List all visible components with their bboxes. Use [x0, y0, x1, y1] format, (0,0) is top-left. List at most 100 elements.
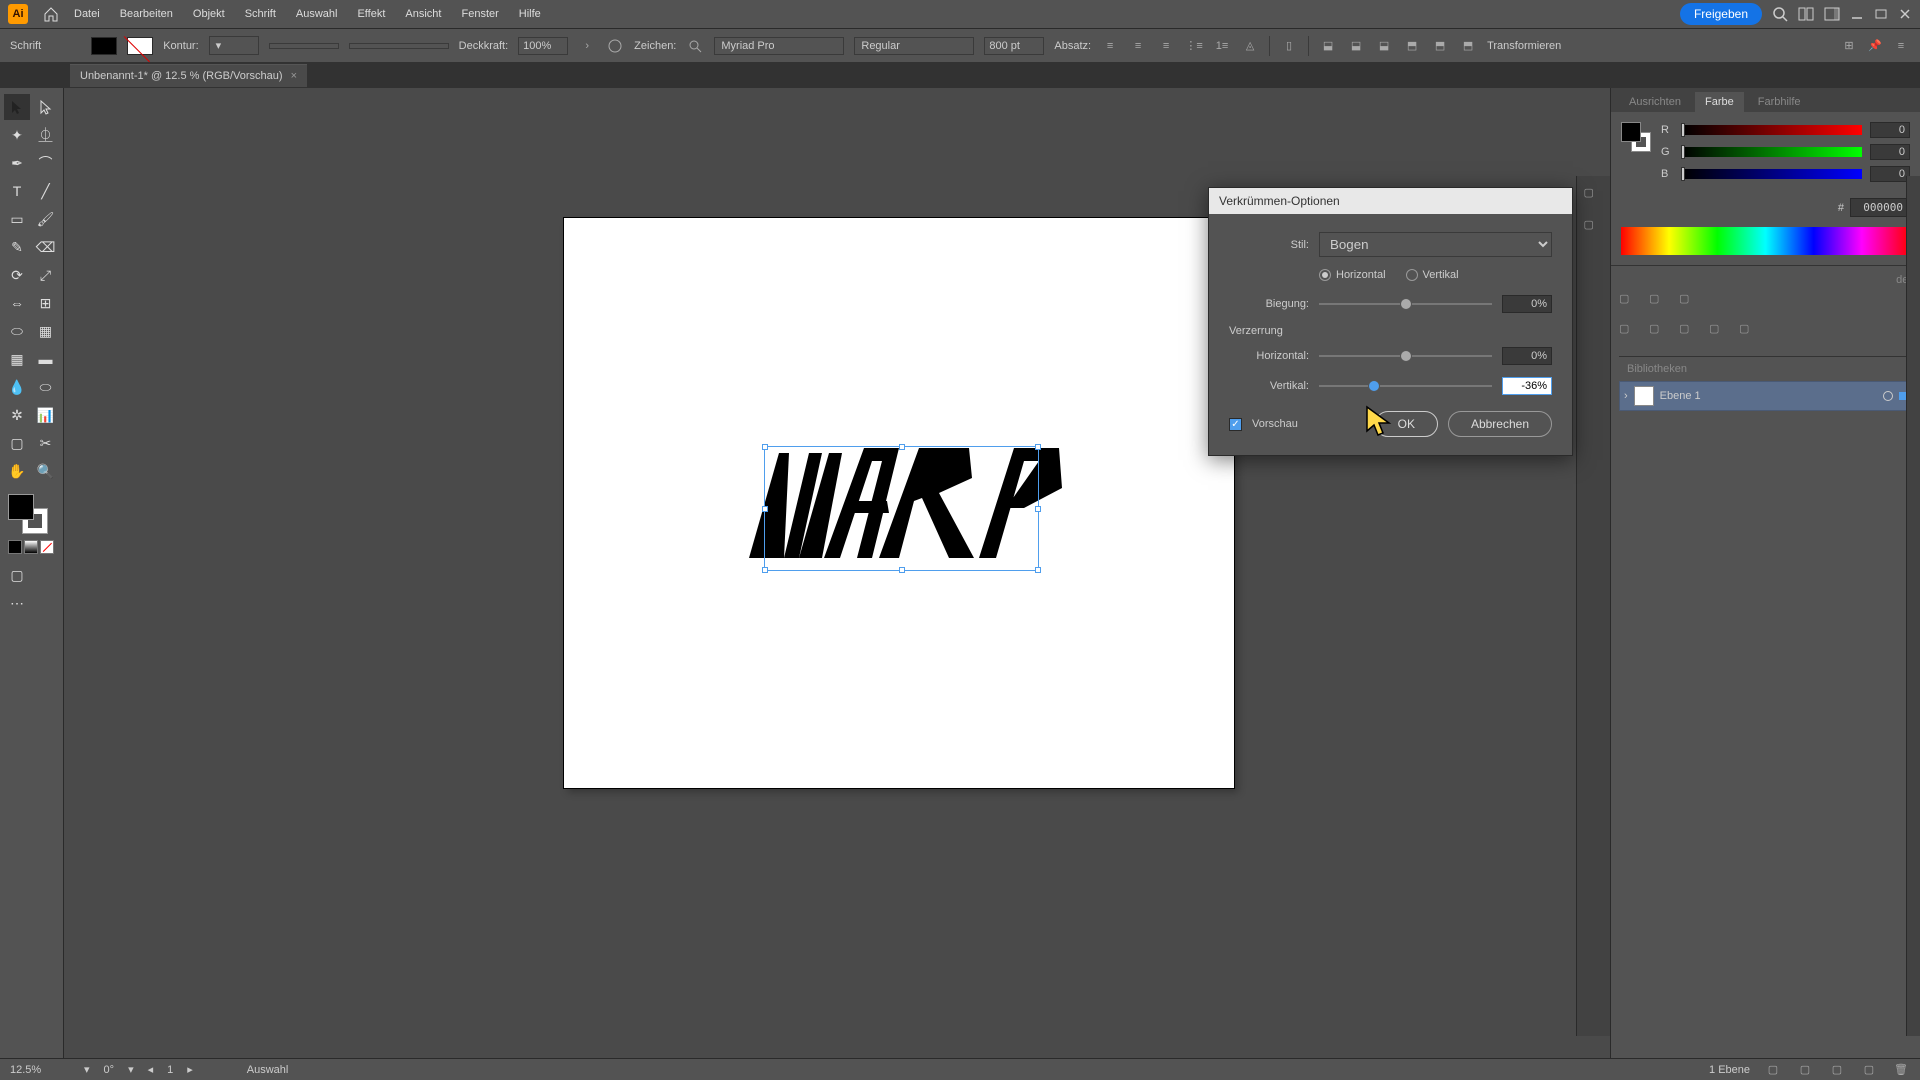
- align-v-mid-icon[interactable]: ⬒: [1431, 37, 1449, 55]
- free-transform-icon[interactable]: ⊞: [33, 290, 59, 316]
- layer-mask-icon[interactable]: ▢: [1679, 322, 1699, 342]
- hex-input[interactable]: 000000: [1850, 198, 1910, 217]
- tab-ausrichten[interactable]: Ausrichten: [1619, 92, 1691, 112]
- tab-close-icon[interactable]: ×: [291, 70, 297, 82]
- search-icon[interactable]: [1772, 6, 1788, 22]
- lasso-tool-icon[interactable]: ⏂: [33, 122, 59, 148]
- biegung-value[interactable]: 0%: [1502, 295, 1552, 313]
- document-tab[interactable]: Unbenannt-1* @ 12.5 % (RGB/Vorschau) ×: [70, 64, 307, 87]
- menu-bearbeiten[interactable]: Bearbeiten: [112, 8, 181, 20]
- bibliotheken-header[interactable]: Bibliotheken: [1619, 356, 1912, 381]
- handle-left-center[interactable]: [762, 506, 768, 512]
- abbrechen-button[interactable]: Abbrechen: [1448, 411, 1552, 437]
- menu-schrift[interactable]: Schrift: [237, 8, 284, 20]
- fill-stroke-swatch[interactable]: [8, 494, 48, 534]
- transform-label[interactable]: Transformieren: [1487, 40, 1561, 52]
- layer-expand-icon[interactable]: ›: [1624, 390, 1628, 402]
- align-h-left-icon[interactable]: ⬓: [1319, 37, 1337, 55]
- artboard-number[interactable]: 1: [167, 1064, 173, 1076]
- rotation-value[interactable]: 0°: [104, 1064, 115, 1076]
- workspace-icon[interactable]: [1824, 6, 1840, 22]
- align-h-center-icon[interactable]: ⬓: [1347, 37, 1365, 55]
- screen-mode-icon[interactable]: ▢: [4, 562, 30, 588]
- color-mode-solid-icon[interactable]: [8, 540, 22, 554]
- font-style-dropdown[interactable]: Regular: [854, 37, 974, 55]
- eraser-tool-icon[interactable]: ⌫: [33, 234, 59, 260]
- graph-tool-icon[interactable]: 📊: [33, 402, 59, 428]
- color-mode-none-icon[interactable]: [40, 540, 54, 554]
- handle-top-left[interactable]: [762, 444, 768, 450]
- arrange-icon[interactable]: [1798, 6, 1814, 22]
- stroke-swatch[interactable]: [127, 37, 153, 55]
- direct-selection-tool-icon[interactable]: [33, 94, 59, 120]
- menu-auswahl[interactable]: Auswahl: [288, 8, 346, 20]
- menu-objekt[interactable]: Objekt: [185, 8, 233, 20]
- menu-fenster[interactable]: Fenster: [453, 8, 506, 20]
- list-number-icon[interactable]: 1≡: [1213, 37, 1231, 55]
- status-icon-4[interactable]: ▢: [1860, 1061, 1878, 1079]
- layer-name[interactable]: Ebene 1: [1660, 390, 1701, 402]
- zoom-tool-icon[interactable]: 🔍: [33, 458, 59, 484]
- color-mode-gradient-icon[interactable]: [24, 540, 38, 554]
- menu-icon[interactable]: ≡: [1892, 37, 1910, 55]
- tab-farbe[interactable]: Farbe: [1695, 92, 1744, 112]
- hand-tool-icon[interactable]: ✋: [4, 458, 30, 484]
- g-value[interactable]: 0: [1870, 144, 1910, 160]
- layer-clip-icon[interactable]: ▢: [1649, 322, 1669, 342]
- edit-toolbar-icon[interactable]: ⋯: [4, 590, 30, 616]
- tab-farbhilfe[interactable]: Farbhilfe: [1748, 92, 1811, 112]
- status-trash-icon[interactable]: 🗑: [1892, 1061, 1910, 1079]
- stroke-weight-dropdown[interactable]: ▾: [209, 36, 259, 55]
- handle-top-center[interactable]: [899, 444, 905, 450]
- layer-target-icon[interactable]: [1883, 391, 1893, 401]
- width-tool-icon[interactable]: ⇔: [4, 290, 30, 316]
- envelope-icon[interactable]: ◬: [1241, 37, 1259, 55]
- magic-wand-tool-icon[interactable]: ✦: [4, 122, 30, 148]
- biegung-slider[interactable]: [1319, 303, 1492, 305]
- stroke-profile-dropdown[interactable]: [269, 43, 339, 49]
- selection-tool-icon[interactable]: [4, 94, 30, 120]
- horizontal-radio[interactable]: Horizontal: [1319, 269, 1386, 281]
- perspective-grid-icon[interactable]: ▦: [33, 318, 59, 344]
- artboard-nav-prev-icon[interactable]: ◂: [148, 1063, 154, 1076]
- r-slider[interactable]: [1683, 125, 1862, 135]
- rectangle-tool-icon[interactable]: ▭: [4, 206, 30, 232]
- properties-panel-icon[interactable]: ▢: [1584, 186, 1604, 206]
- status-icon-1[interactable]: ▢: [1764, 1061, 1782, 1079]
- menu-effekt[interactable]: Effekt: [349, 8, 393, 20]
- zoom-level[interactable]: 12.5%: [10, 1064, 70, 1076]
- handle-top-right[interactable]: [1035, 444, 1041, 450]
- b-value[interactable]: 0: [1870, 166, 1910, 182]
- close-icon[interactable]: [1898, 7, 1912, 21]
- shape-builder-icon[interactable]: ⬭: [4, 318, 30, 344]
- layer-filter-icon[interactable]: ▢: [1619, 292, 1639, 312]
- status-icon-3[interactable]: ▢: [1828, 1061, 1846, 1079]
- symbol-tool-icon[interactable]: ✲: [4, 402, 30, 428]
- distort-v-slider[interactable]: [1319, 385, 1492, 387]
- search-font-icon[interactable]: [686, 37, 704, 55]
- handle-bottom-right[interactable]: [1035, 567, 1041, 573]
- scale-tool-icon[interactable]: ⤢: [33, 262, 59, 288]
- artboard-tool-icon[interactable]: ▢: [4, 430, 30, 456]
- opacity-input[interactable]: 100%: [518, 37, 568, 55]
- distort-h-value[interactable]: 0%: [1502, 347, 1552, 365]
- layer-sublayer-icon[interactable]: ▢: [1679, 292, 1699, 312]
- pin-icon[interactable]: 📌: [1866, 37, 1884, 55]
- maximize-icon[interactable]: [1874, 7, 1888, 21]
- libraries-panel-icon[interactable]: ▢: [1584, 218, 1604, 238]
- vorschau-checkbox[interactable]: ✓: [1229, 418, 1242, 431]
- mesh-tool-icon[interactable]: ▦: [4, 346, 30, 372]
- recolor-icon[interactable]: [606, 37, 624, 55]
- menu-ansicht[interactable]: Ansicht: [397, 8, 449, 20]
- slice-tool-icon[interactable]: ✂: [33, 430, 59, 456]
- rotate-tool-icon[interactable]: ⟳: [4, 262, 30, 288]
- stil-dropdown[interactable]: Bogen: [1319, 232, 1552, 257]
- r-value[interactable]: 0: [1870, 122, 1910, 138]
- blend-tool-icon[interactable]: ⬭: [33, 374, 59, 400]
- font-size-input[interactable]: 800 pt: [984, 37, 1044, 55]
- list-bullet-icon[interactable]: ⋮≡: [1185, 37, 1203, 55]
- layer-trash-icon[interactable]: ▢: [1739, 322, 1759, 342]
- zoom-dropdown-icon[interactable]: ▾: [84, 1063, 90, 1076]
- gradient-tool-icon[interactable]: ▬: [33, 346, 59, 372]
- b-slider[interactable]: [1683, 169, 1862, 179]
